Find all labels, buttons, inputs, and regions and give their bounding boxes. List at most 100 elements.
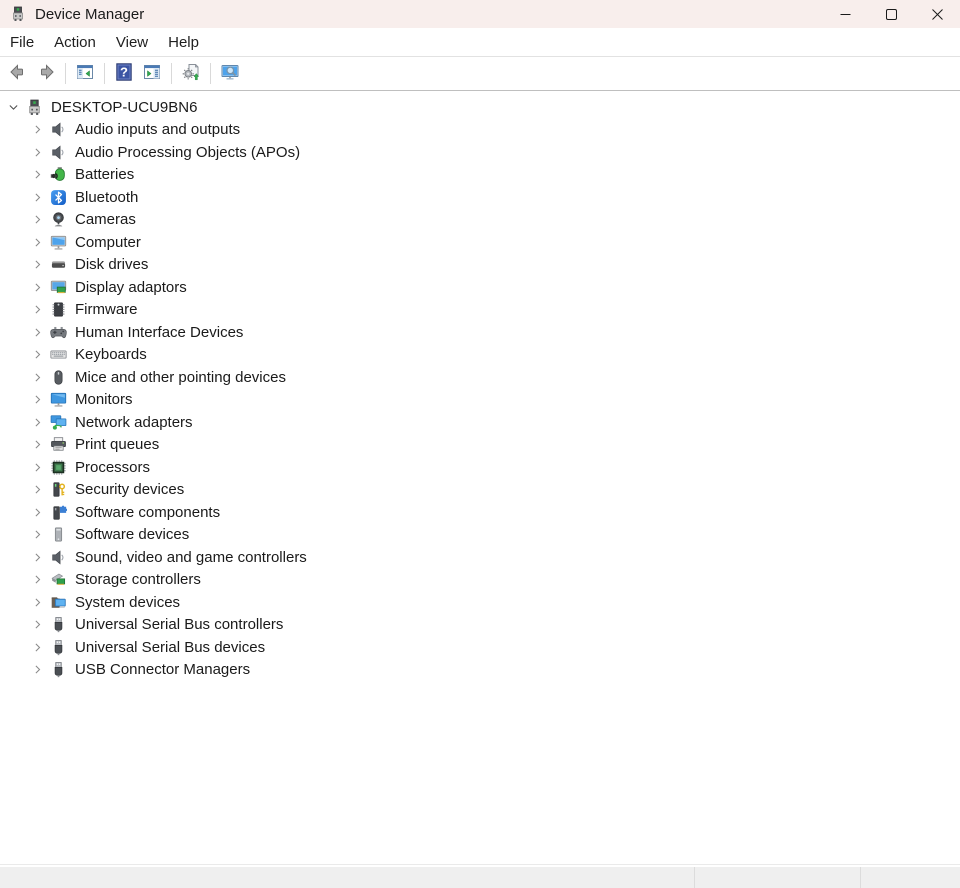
toolbar-button-back[interactable]	[5, 61, 31, 87]
chevron-right-icon[interactable]	[29, 347, 45, 363]
usb-plug-icon	[50, 661, 67, 678]
tree-item-universal-serial-bus-controllers[interactable]: Universal Serial Bus controllers	[0, 614, 960, 637]
chevron-right-icon[interactable]	[29, 212, 45, 228]
chevron-right-icon[interactable]	[29, 594, 45, 610]
tree-item-disk-drives[interactable]: Disk drives	[0, 254, 960, 277]
chevron-right-icon[interactable]	[29, 662, 45, 678]
close-button[interactable]	[914, 0, 960, 28]
tree-item-firmware[interactable]: Firmware	[0, 299, 960, 322]
chevron-right-icon[interactable]	[29, 459, 45, 475]
chevron-right-icon[interactable]	[29, 392, 45, 408]
firmware-icon	[50, 301, 67, 318]
tree-item-software-components[interactable]: Software components	[0, 501, 960, 524]
tree-item-computer[interactable]: Computer	[0, 231, 960, 254]
chevron-right-icon[interactable]	[29, 527, 45, 543]
chevron-right-icon[interactable]	[29, 482, 45, 498]
tree-item-display-adaptors[interactable]: Display adaptors	[0, 276, 960, 299]
tree-item-audio-processing-objects-apos[interactable]: Audio Processing Objects (APOs)	[0, 141, 960, 164]
status-pane-main	[0, 867, 694, 888]
chevron-right-icon[interactable]	[29, 122, 45, 138]
tree-item-human-interface-devices[interactable]: Human Interface Devices	[0, 321, 960, 344]
status-pane-secondary	[694, 867, 860, 888]
chevron-right-icon[interactable]	[29, 572, 45, 588]
toolbar-button-forward[interactable]	[33, 61, 59, 87]
chevron-right-icon[interactable]	[29, 234, 45, 250]
mouse-icon	[50, 369, 67, 386]
tree-item-usb-connector-managers[interactable]: USB Connector Managers	[0, 659, 960, 682]
tree-item-label: Software components	[75, 504, 220, 521]
tree-item-cameras[interactable]: Cameras	[0, 209, 960, 232]
status-pane-tertiary	[860, 867, 960, 888]
tree-item-software-devices[interactable]: Software devices	[0, 524, 960, 547]
monitor-icon	[50, 234, 67, 251]
toolbar-button-scan-for-hardware-changes[interactable]	[178, 61, 204, 87]
toolbar-button-help[interactable]: ?	[111, 61, 137, 87]
tree-item-network-adapters[interactable]: Network adapters	[0, 411, 960, 434]
tree-item-label: Bluetooth	[75, 189, 138, 206]
forward-arrow-icon	[36, 62, 56, 85]
chevron-right-icon[interactable]	[29, 504, 45, 520]
tree-item-security-devices[interactable]: Security devices	[0, 479, 960, 502]
tree-item-processors[interactable]: Processors	[0, 456, 960, 479]
tree-root[interactable]: DESKTOP-UCU9BN6	[0, 96, 960, 119]
camera-icon	[50, 211, 67, 228]
toolbar-button-properties[interactable]	[139, 61, 165, 87]
tree-item-label: Human Interface Devices	[75, 324, 243, 341]
menu-action[interactable]: Action	[44, 28, 106, 56]
tree-item-bluetooth[interactable]: Bluetooth	[0, 186, 960, 209]
software-device-icon	[50, 526, 67, 543]
chevron-right-icon[interactable]	[29, 257, 45, 273]
tree-item-keyboards[interactable]: Keyboards	[0, 344, 960, 367]
network-adapter-icon	[50, 414, 67, 431]
chevron-right-icon[interactable]	[29, 639, 45, 655]
tree-item-system-devices[interactable]: System devices	[0, 591, 960, 614]
tree-item-sound-video-and-game-controllers[interactable]: Sound, video and game controllers	[0, 546, 960, 569]
display-adapter-icon	[50, 279, 67, 296]
minimize-button[interactable]	[822, 0, 868, 28]
bluetooth-icon	[50, 189, 67, 206]
chevron-right-icon[interactable]	[29, 189, 45, 205]
tree-item-label: Disk drives	[75, 256, 148, 273]
toolbar-button-devices-view[interactable]	[217, 61, 243, 87]
storage-controller-icon	[50, 571, 67, 588]
tree-item-label: Software devices	[75, 526, 189, 543]
menu-help[interactable]: Help	[158, 28, 209, 56]
toolbar-button-show-hide-console-tree[interactable]	[72, 61, 98, 87]
titlebar[interactable]: Device Manager	[0, 0, 960, 28]
tree-item-batteries[interactable]: Batteries	[0, 164, 960, 187]
chevron-right-icon[interactable]	[29, 369, 45, 385]
tree-item-label: Storage controllers	[75, 571, 201, 588]
tree-item-label: Sound, video and game controllers	[75, 549, 307, 566]
menu-file[interactable]: File	[0, 28, 44, 56]
chevron-right-icon[interactable]	[29, 144, 45, 160]
usb-plug-icon	[50, 616, 67, 633]
chevron-right-icon[interactable]	[29, 279, 45, 295]
tree-item-label: Print queues	[75, 436, 159, 453]
processor-icon	[50, 459, 67, 476]
chevron-right-icon[interactable]	[29, 437, 45, 453]
chevron-down-icon[interactable]	[5, 99, 21, 115]
chevron-right-icon[interactable]	[29, 324, 45, 340]
tree-item-label: Monitors	[75, 391, 133, 408]
chevron-right-icon[interactable]	[29, 617, 45, 633]
toolbar-separator	[210, 63, 211, 84]
tree-item-print-queues[interactable]: Print queues	[0, 434, 960, 457]
chevron-right-icon[interactable]	[29, 414, 45, 430]
tree-item-monitors[interactable]: Monitors	[0, 389, 960, 412]
chevron-right-icon[interactable]	[29, 549, 45, 565]
tree-item-audio-inputs-and-outputs[interactable]: Audio inputs and outputs	[0, 119, 960, 142]
tree-item-label: DESKTOP-UCU9BN6	[51, 99, 197, 116]
disk-drive-icon	[50, 256, 67, 273]
menu-view[interactable]: View	[106, 28, 158, 56]
chevron-right-icon[interactable]	[29, 167, 45, 183]
security-key-icon	[50, 481, 67, 498]
maximize-button[interactable]	[868, 0, 914, 28]
tree-item-universal-serial-bus-devices[interactable]: Universal Serial Bus devices	[0, 636, 960, 659]
toolbar: ?	[0, 57, 960, 91]
chevron-right-icon[interactable]	[29, 302, 45, 318]
tree-item-storage-controllers[interactable]: Storage controllers	[0, 569, 960, 592]
monitors-icon	[50, 391, 67, 408]
toolbar-separator	[104, 63, 105, 84]
tree-item-mice-and-other-pointing-devices[interactable]: Mice and other pointing devices	[0, 366, 960, 389]
tree-item-label: Audio inputs and outputs	[75, 121, 240, 138]
